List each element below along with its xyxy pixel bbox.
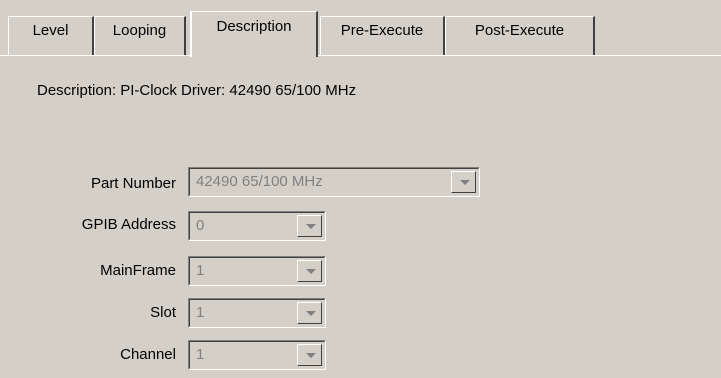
description-value: PI-Clock Driver: 42490 65/100 MHz — [120, 82, 357, 99]
tab-strip: Level Looping Description Pre-Execute Po… — [0, 0, 721, 57]
description-label: Description: — [37, 82, 117, 99]
tab-looping[interactable]: Looping — [94, 16, 186, 56]
chevron-down-icon — [306, 353, 316, 358]
chevron-down-icon — [306, 269, 316, 274]
channel-value: 1 — [196, 346, 205, 363]
gpib-address-label: GPIB Address — [81, 216, 176, 233]
channel-select[interactable]: 1 — [188, 340, 326, 370]
mainframe-label: MainFrame — [100, 262, 176, 279]
description-text: Description: PI-Clock Driver: 42490 65/10… — [37, 82, 356, 99]
panel-border — [0, 55, 721, 56]
part-number-dropdown-button[interactable] — [451, 171, 476, 193]
mainframe-value: 1 — [196, 262, 205, 279]
part-number-label: Part Number — [90, 175, 176, 192]
gpib-address-select[interactable]: 0 — [188, 211, 326, 241]
tab-label: Post-Execute — [474, 22, 565, 39]
tab-label: Pre-Execute — [340, 22, 424, 39]
tab-pre-execute[interactable]: Pre-Execute — [320, 16, 445, 56]
slot-select[interactable]: 1 — [188, 298, 326, 328]
gpib-address-value: 0 — [196, 217, 205, 234]
slot-label: Slot — [150, 304, 176, 321]
tab-description[interactable]: Description — [190, 11, 318, 57]
tab-post-execute[interactable]: Post-Execute — [445, 16, 595, 56]
mainframe-select[interactable]: 1 — [188, 256, 326, 286]
chevron-down-icon — [460, 180, 470, 185]
tab-label: Level — [32, 22, 69, 39]
slot-value: 1 — [196, 304, 205, 321]
part-number-select[interactable]: 42490 65/100 MHz — [188, 167, 480, 197]
mainframe-dropdown-button[interactable] — [297, 260, 322, 282]
chevron-down-icon — [306, 311, 316, 316]
tab-label: Description — [216, 18, 292, 35]
part-number-value: 42490 65/100 MHz — [196, 173, 323, 190]
tab-level[interactable]: Level — [8, 16, 94, 56]
channel-label: Channel — [120, 346, 176, 363]
chevron-down-icon — [306, 224, 316, 229]
gpib-address-dropdown-button[interactable] — [297, 215, 322, 237]
slot-dropdown-button[interactable] — [297, 302, 322, 324]
channel-dropdown-button[interactable] — [297, 344, 322, 366]
tab-label: Looping — [112, 22, 167, 39]
